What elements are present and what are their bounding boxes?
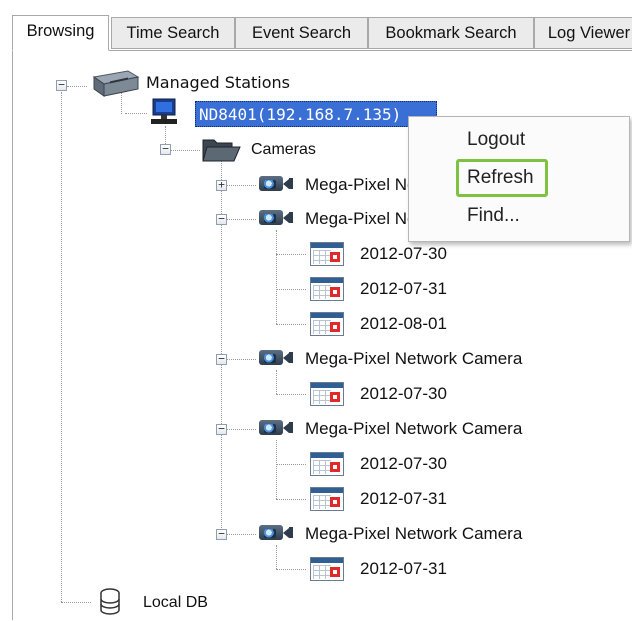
tree-node-date[interactable]: 2012-07-30 [360, 383, 447, 405]
tree-node-camera[interactable]: Mega-Pixel Network Camera [305, 348, 522, 370]
tab-browsing[interactable]: Browsing [12, 15, 109, 51]
tab-time-search[interactable]: Time Search [111, 17, 235, 49]
collapse-toggle[interactable]: − [216, 423, 227, 435]
tab-event-search[interactable]: Event Search [235, 17, 368, 49]
tree-line [61, 602, 91, 603]
camera-icon [259, 418, 295, 438]
calendar-icon [310, 382, 344, 406]
tree-line [226, 185, 256, 186]
calendar-icon [310, 312, 344, 336]
server-icon [88, 67, 140, 99]
menu-item-logout[interactable]: Logout [467, 127, 525, 153]
database-icon [98, 588, 124, 616]
tab-bookmark-search[interactable]: Bookmark Search [368, 17, 534, 49]
tree-line [276, 324, 306, 325]
camera-icon [259, 208, 295, 228]
menu-item-find[interactable]: Find... [467, 203, 520, 229]
tree-line [276, 370, 277, 394]
tree-line [226, 534, 256, 535]
tree-node-local-db[interactable]: Local DB [143, 592, 208, 614]
tree-line [276, 499, 306, 500]
calendar-icon [310, 487, 344, 511]
tree-line [61, 92, 62, 602]
camera-icon [259, 348, 295, 368]
tree-line [276, 545, 277, 569]
tree-node-camera[interactable]: Mega-Pixel Network Camera [305, 418, 522, 440]
collapse-toggle[interactable]: − [160, 143, 171, 155]
tree-line [276, 569, 306, 570]
folder-open-icon [202, 137, 242, 163]
tree-line [276, 464, 306, 465]
calendar-icon [310, 557, 344, 581]
tree-node-date[interactable]: 2012-07-30 [360, 453, 447, 475]
tree-node-managed-stations[interactable]: Managed Stations [146, 72, 290, 94]
tree-line [125, 113, 147, 114]
refresh-highlight-box [456, 159, 548, 197]
calendar-icon [310, 277, 344, 301]
tree-node-cameras[interactable]: Cameras [251, 139, 316, 161]
calendar-icon [310, 452, 344, 476]
tree-line [276, 440, 277, 499]
tree-line [226, 359, 256, 360]
collapse-toggle[interactable]: − [216, 353, 227, 365]
tree-line [67, 86, 87, 87]
tree-node-date[interactable]: 2012-07-31 [360, 558, 447, 580]
tree-node-date[interactable]: 2012-07-31 [360, 278, 447, 300]
tree-line [170, 150, 200, 151]
monitor-icon [150, 98, 180, 126]
tree-line [276, 254, 306, 255]
tree-node-station[interactable]: ND8401(192.168.7.135) [195, 101, 437, 127]
expand-toggle[interactable]: + [216, 179, 227, 191]
collapse-toggle[interactable]: − [216, 528, 227, 540]
tree-line [276, 394, 306, 395]
tree-node-camera[interactable]: Mega-Pixel Network Camera [305, 523, 522, 545]
calendar-icon [310, 242, 344, 266]
tree-node-date[interactable]: 2012-07-31 [360, 488, 447, 510]
camera-icon [259, 523, 295, 543]
tree-node-date[interactable]: 2012-08-01 [360, 313, 447, 335]
tree-line [226, 219, 256, 220]
tab-log-viewer[interactable]: Log Viewer [534, 17, 632, 49]
camera-icon [259, 174, 295, 194]
tree-line [276, 289, 306, 290]
tree-node-date[interactable]: 2012-07-30 [360, 243, 447, 265]
tab-bar: Browsing Time Search Event Search Bookma… [12, 15, 632, 51]
collapse-toggle[interactable]: − [216, 213, 227, 225]
tree-line [226, 429, 256, 430]
tree-line [276, 230, 277, 324]
collapse-toggle[interactable]: − [56, 79, 67, 91]
browser-window: Browsing Time Search Event Search Bookma… [0, 0, 632, 620]
